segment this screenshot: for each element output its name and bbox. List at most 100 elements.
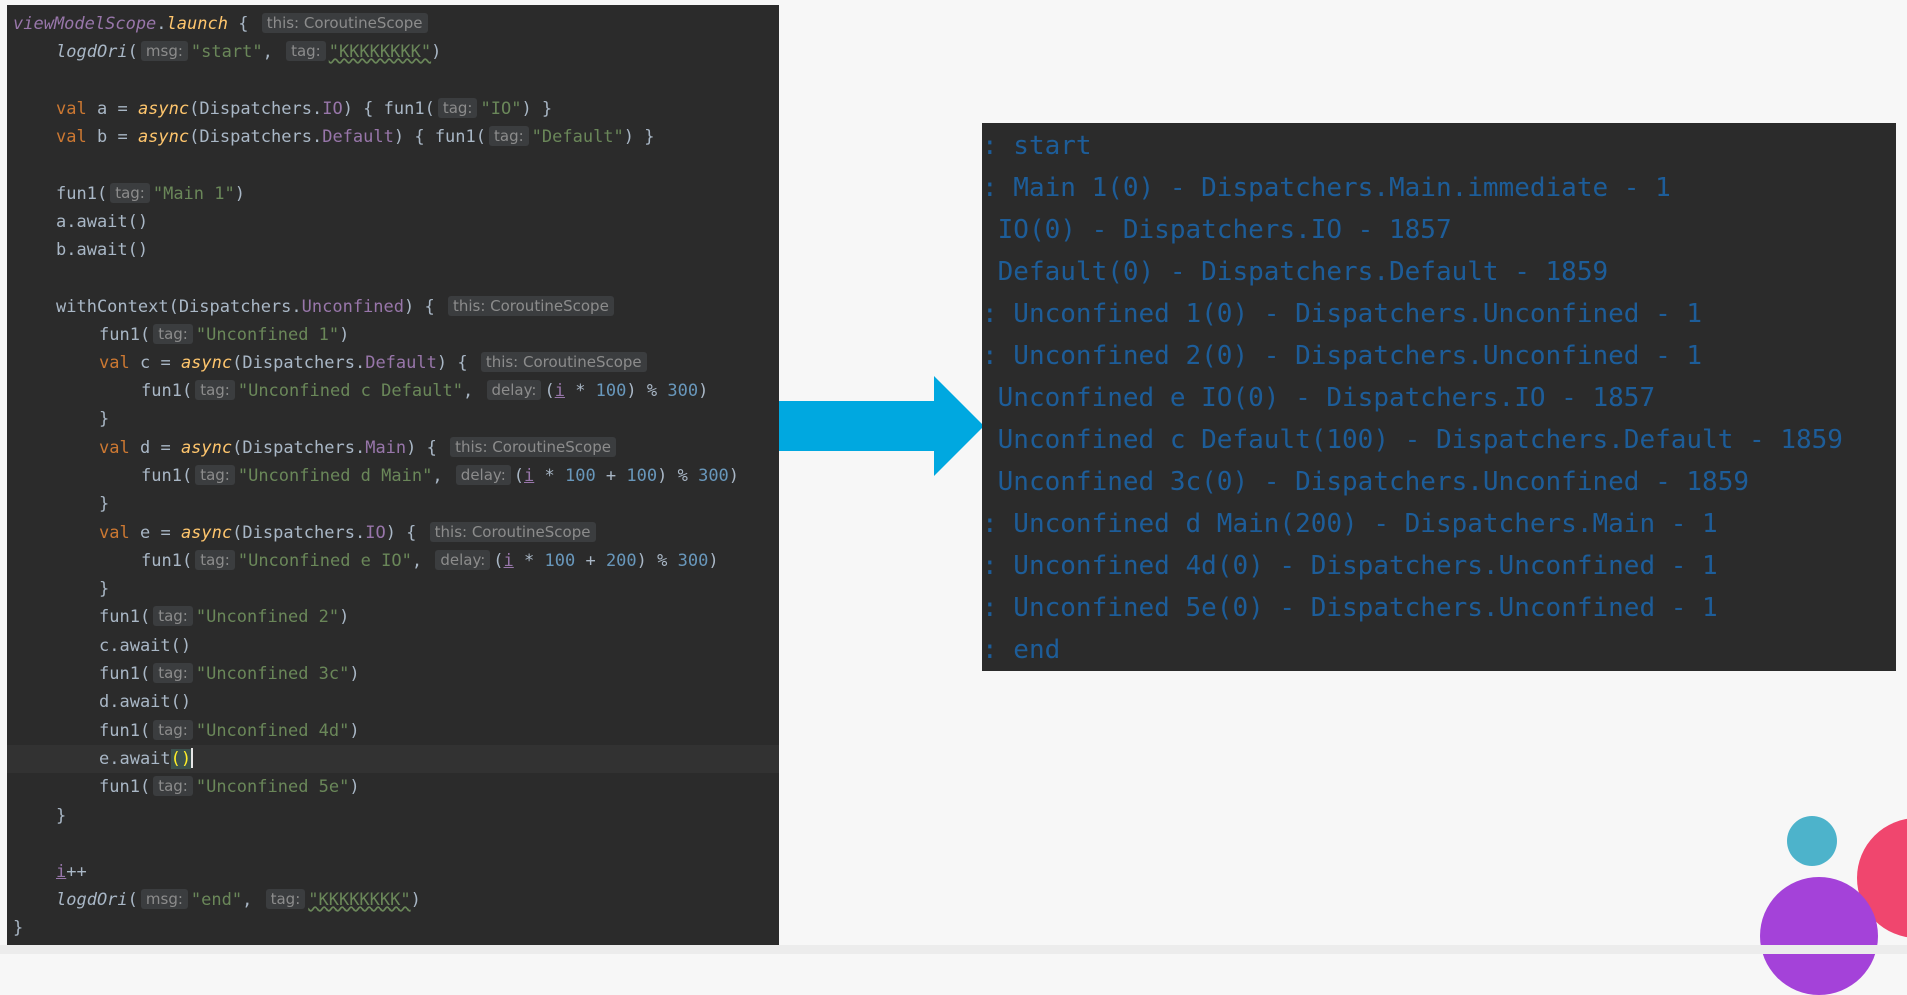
code-token: fun1( [141, 466, 193, 486]
code-token: c.await() [99, 636, 192, 656]
code-token: d [139, 438, 151, 458]
code-token: "start" [190, 42, 263, 62]
log-line: Unconfined 3c(0) - Dispatchers.Unconfine… [982, 467, 1750, 497]
inlay-hint: delay: [486, 380, 542, 400]
code-line: fun1(tag: "Unconfined e IO", delay: (i * 1… [141, 550, 719, 571]
inlay-hint: delay: [455, 465, 511, 485]
code-line: val a = async(Dispatchers.IO) { fun1(tag… [56, 98, 553, 119]
log-line: : Unconfined d Main(200) - Dispatchers.M… [982, 509, 1718, 539]
code-line: fun1(tag: "Unconfined 2") [99, 606, 350, 627]
code-token: "end" [190, 890, 243, 910]
bracket-highlight: () [170, 749, 192, 769]
code-token: 300 [667, 381, 699, 401]
code-token: Dispatchers. [199, 99, 323, 119]
code-token: launch [166, 14, 228, 34]
code-line: fun1(tag: "Unconfined d Main", delay: (i *… [141, 465, 740, 486]
log-line: : Unconfined 2(0) - Dispatchers.Unconfin… [982, 341, 1703, 371]
inlay-hint: msg: [140, 889, 188, 909]
code-token: 300 [698, 466, 729, 486]
inlay-hint: tag: [195, 465, 235, 485]
code-token: "KKKKKKKK" [328, 42, 432, 62]
code-token: Dispatchers. [242, 438, 366, 458]
code-token: Default [322, 127, 394, 147]
code-token: fun1( [99, 777, 151, 797]
inlay-hint: tag: [153, 663, 193, 683]
code-token: "Unconfined d Main" [237, 466, 433, 486]
bottom-strip [0, 945, 1907, 954]
inlay-hint: tag: [153, 720, 193, 740]
code-token: val [99, 438, 130, 458]
code-token: "Default" [531, 127, 624, 147]
inlay-hint: this: CoroutineScope [480, 352, 647, 372]
code-token: "Unconfined e IO" [237, 551, 412, 571]
log-line: Default(0) - Dispatchers.Default - 1859 [982, 257, 1609, 287]
code-token: fun1( [99, 607, 151, 627]
code-line: } [99, 409, 110, 429]
log-line: Unconfined c Default(100) - Dispatchers.… [982, 425, 1843, 455]
code-token: i [56, 862, 67, 882]
code-line: fun1(tag: "Unconfined 5e") [99, 776, 360, 797]
code-token: 100 [564, 466, 596, 486]
code-token: 200 [605, 551, 637, 571]
code-token: fun1( [141, 551, 193, 571]
code-line: val b = async(Dispatchers.Default) { fun… [56, 126, 655, 147]
code-token: val [56, 127, 87, 147]
code-token: "Unconfined 1" [195, 325, 340, 345]
code-line: logdOri(msg: "end", tag: "KKKKKKKK") [56, 889, 421, 910]
code-line: c.await() [7, 632, 779, 660]
inlay-hint: this: CoroutineScope [447, 296, 614, 316]
inlay-hint: this: CoroutineScope [450, 437, 616, 457]
code-token: "Unconfined c Default" [237, 381, 464, 401]
code-token: e [139, 523, 151, 543]
code-line: val d = async(Dispatchers.Main) { this: … [7, 434, 779, 462]
inlay-hint: this: CoroutineScope [429, 522, 596, 542]
code-token: Main [365, 438, 407, 458]
inlay-hint: tag: [286, 41, 326, 61]
code-token: ++ [66, 862, 87, 882]
code-token: val [56, 99, 87, 119]
log-line: Unconfined e IO(0) - Dispatchers.IO - 18… [982, 383, 1656, 413]
code-line: } [56, 806, 67, 826]
log-line: : Main 1(0) - Dispatchers.Main.immediate… [982, 173, 1671, 203]
code-line: val c = async(Dispatchers.Default) { thi… [7, 349, 779, 377]
code-line: i++ [7, 858, 779, 886]
decorative-circle-purple [1760, 877, 1878, 995]
inlay-hint: tag: [265, 889, 306, 909]
code-token: a [96, 99, 108, 119]
log-line: : start [982, 131, 1092, 161]
code-token: fun1( [99, 325, 151, 345]
code-token: async [180, 523, 233, 543]
code-token: Default [365, 353, 437, 373]
inlay-hint: delay: [435, 550, 491, 570]
log-line: : Unconfined 4d(0) - Dispatchers.Unconfi… [982, 551, 1718, 581]
code-token: Dispatchers. [242, 523, 366, 543]
code-token: async [137, 127, 190, 147]
code-token: viewModelScope [13, 14, 157, 34]
code-token: IO [365, 523, 386, 543]
right-arrow-icon [779, 376, 984, 476]
code-token: "Unconfined 3c" [195, 664, 350, 684]
code-line-current[interactable]: e.await() [7, 745, 779, 773]
code-token: async [180, 353, 233, 373]
code-line: fun1(tag: "Unconfined 1") [99, 324, 350, 345]
text-caret [191, 748, 194, 768]
code-token: i [554, 381, 565, 401]
code-line: } [99, 494, 110, 514]
code-token: Dispatchers. [242, 353, 366, 373]
code-token: i [503, 551, 514, 571]
code-token: "Unconfined 2" [195, 607, 340, 627]
code-token: Dispatchers. [199, 127, 323, 147]
code-token: withContext(Dispatchers. [56, 297, 302, 317]
inlay-hint: tag: [195, 550, 235, 570]
inlay-hint: tag: [437, 98, 478, 118]
code-line: b.await() [7, 236, 779, 264]
code-line: } [99, 579, 110, 599]
code-token: 300 [677, 551, 709, 571]
code-token: "Unconfined 4d" [195, 721, 350, 741]
code-editor[interactable]: viewModelScope.launch { this: CoroutineS… [7, 5, 779, 945]
code-token: 100 [544, 551, 576, 571]
code-token: async [137, 99, 190, 119]
code-line: fun1(tag: "Main 1") [56, 183, 245, 204]
code-token: fun1( [141, 381, 193, 401]
code-token: "IO" [480, 99, 522, 119]
